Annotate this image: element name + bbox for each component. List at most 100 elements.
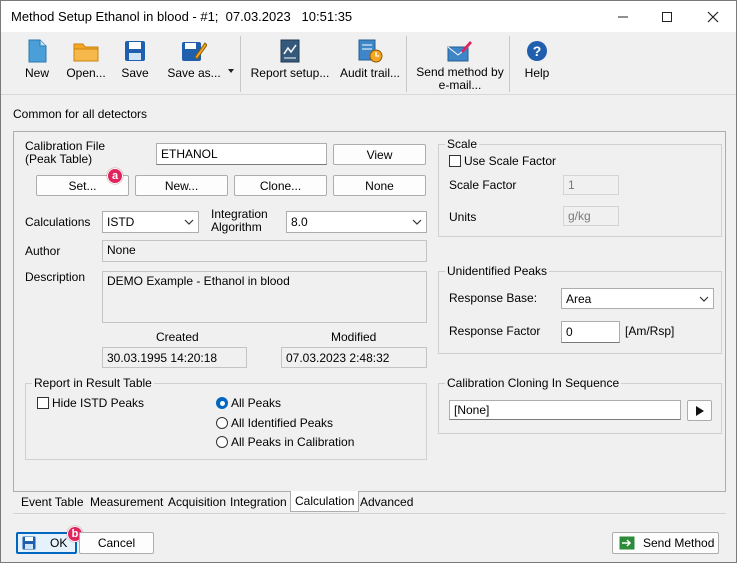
dropdown-arrow-icon xyxy=(228,69,234,73)
help-icon: ? xyxy=(524,38,550,64)
scale-factor-label: Scale Factor xyxy=(449,178,517,192)
email-icon xyxy=(447,38,473,63)
calculations-select[interactable]: ISTD xyxy=(102,211,199,233)
integration-algorithm-label: Integration Algorithm xyxy=(211,208,268,234)
save-button[interactable]: Save xyxy=(114,34,156,92)
description-field[interactable]: DEMO Example - Ethanol in blood xyxy=(102,271,427,323)
send-method-button[interactable]: Send Method xyxy=(612,532,719,554)
method-setup-window: Method Setup Ethanol in blood - #1; 07.0… xyxy=(0,0,737,563)
send-method-label: Send Method xyxy=(643,536,715,550)
calculations-value: ISTD xyxy=(107,215,135,229)
toolbar-separator xyxy=(240,36,241,92)
tab-event-table[interactable]: Event Table xyxy=(17,492,88,512)
author-field[interactable]: None xyxy=(102,240,427,262)
all-identified-peaks-label: All Identified Peaks xyxy=(231,416,334,430)
integration-value: 8.0 xyxy=(291,215,308,229)
toolbar: New Open... Save Save as... Report setup… xyxy=(1,32,736,95)
report-setup-label: Report setup... xyxy=(250,66,330,80)
hide-istd-checkbox[interactable] xyxy=(37,397,49,409)
all-peaks-radio[interactable] xyxy=(216,397,228,409)
tab-measurement[interactable]: Measurement xyxy=(86,492,167,512)
author-label: Author xyxy=(25,244,61,258)
send-method-email-label: Send method by e-mail... xyxy=(416,66,503,92)
open-label: Open... xyxy=(66,66,106,80)
integration-algorithm-select[interactable]: 8.0 xyxy=(286,211,427,233)
send-method-email-button[interactable]: Send method by e-mail... xyxy=(415,34,505,92)
minimize-button[interactable] xyxy=(601,1,645,32)
hide-istd-label: Hide ISTD Peaks xyxy=(52,396,145,410)
audit-trail-label: Audit trail... xyxy=(339,66,401,80)
save-as-dropdown[interactable] xyxy=(228,62,234,73)
clone-button[interactable]: Clone... xyxy=(234,175,327,196)
scale-factor-field[interactable]: 1 xyxy=(563,175,619,195)
tab-advanced[interactable]: Advanced xyxy=(356,492,417,512)
modified-field[interactable]: 07.03.2023 2:48:32 xyxy=(281,347,427,368)
all-peaks-in-calibration-radio[interactable] xyxy=(216,436,228,448)
folder-icon xyxy=(73,38,99,64)
response-factor-label: Response Factor xyxy=(449,324,541,338)
calculations-label: Calculations xyxy=(25,215,91,229)
use-scale-factor-checkbox[interactable] xyxy=(449,155,461,167)
help-label: Help xyxy=(524,66,550,80)
chevron-down-icon xyxy=(412,217,422,227)
chevron-down-icon xyxy=(699,294,709,304)
calibration-cloning-title: Calibration Cloning In Sequence xyxy=(445,376,622,390)
chevron-down-icon xyxy=(184,217,194,227)
save-as-icon xyxy=(181,38,207,64)
all-peaks-in-calibration-label: All Peaks in Calibration xyxy=(231,435,355,449)
created-label: Created xyxy=(156,330,199,344)
created-field[interactable]: 30.03.1995 14:20:18 xyxy=(102,347,247,368)
integration-label-line2: Algorithm xyxy=(211,220,262,234)
tab-acquisition[interactable]: Acquisition xyxy=(164,492,230,512)
close-icon xyxy=(707,11,719,22)
modified-label: Modified xyxy=(331,330,377,344)
maximize-button[interactable] xyxy=(645,1,689,32)
all-peaks-label: All Peaks xyxy=(231,396,282,410)
response-base-select[interactable]: Area xyxy=(561,288,714,309)
calibration-cloning-button[interactable] xyxy=(687,400,712,421)
all-identified-peaks-radio[interactable] xyxy=(216,417,228,429)
calibration-file-field[interactable]: ETHANOL xyxy=(156,143,327,165)
new-label: New xyxy=(24,66,49,80)
annotation-badge-a: a xyxy=(107,168,123,184)
send-arrow-icon xyxy=(619,536,635,550)
save-as-button[interactable]: Save as... xyxy=(163,34,225,92)
integration-label-line1: Integration xyxy=(211,207,268,221)
svg-text:?: ? xyxy=(533,43,542,59)
save-icon xyxy=(122,38,148,64)
audit-trail-button[interactable]: Audit trail... xyxy=(339,34,401,92)
tab-strip-divider xyxy=(13,513,726,514)
minimize-icon xyxy=(618,16,628,17)
open-button[interactable]: Open... xyxy=(61,34,111,92)
units-label: Units xyxy=(449,210,477,224)
save-as-label: Save as... xyxy=(167,66,221,80)
maximize-icon xyxy=(662,11,672,22)
save-icon xyxy=(22,536,36,550)
response-factor-field[interactable]: 0 xyxy=(561,321,620,343)
view-button[interactable]: View xyxy=(333,144,426,165)
response-base-value: Area xyxy=(566,291,592,306)
scale-group-title: Scale xyxy=(445,137,480,151)
report-group-title: Report in Result Table xyxy=(32,376,154,390)
save-label: Save xyxy=(121,66,149,80)
cancel-button[interactable]: Cancel xyxy=(79,532,154,554)
use-scale-factor-label: Use Scale Factor xyxy=(464,154,557,168)
ok-label: OK xyxy=(50,536,68,550)
tab-integration[interactable]: Integration xyxy=(226,492,291,512)
calibration-file-label: Calibration File (Peak Table) xyxy=(25,140,105,166)
play-arrow-icon xyxy=(695,405,704,416)
help-button[interactable]: ? Help xyxy=(519,34,555,92)
response-base-label: Response Base: xyxy=(449,291,538,305)
report-setup-button[interactable]: Report setup... xyxy=(251,34,329,92)
window-title: Method Setup Ethanol in blood - #1; 07.0… xyxy=(11,9,353,24)
send-method-line2: e-mail... xyxy=(438,78,482,92)
tab-calculation[interactable]: Calculation xyxy=(290,491,360,512)
units-field[interactable]: g/kg xyxy=(563,206,619,226)
new-calibration-button[interactable]: New... xyxy=(135,175,228,196)
calibration-cloning-field[interactable]: [None] xyxy=(449,400,681,420)
none-button[interactable]: None xyxy=(333,175,426,196)
close-button[interactable] xyxy=(691,1,735,32)
section-label: Common for all detectors xyxy=(13,107,148,121)
new-button[interactable]: New xyxy=(15,34,59,92)
description-label: Description xyxy=(25,270,86,284)
